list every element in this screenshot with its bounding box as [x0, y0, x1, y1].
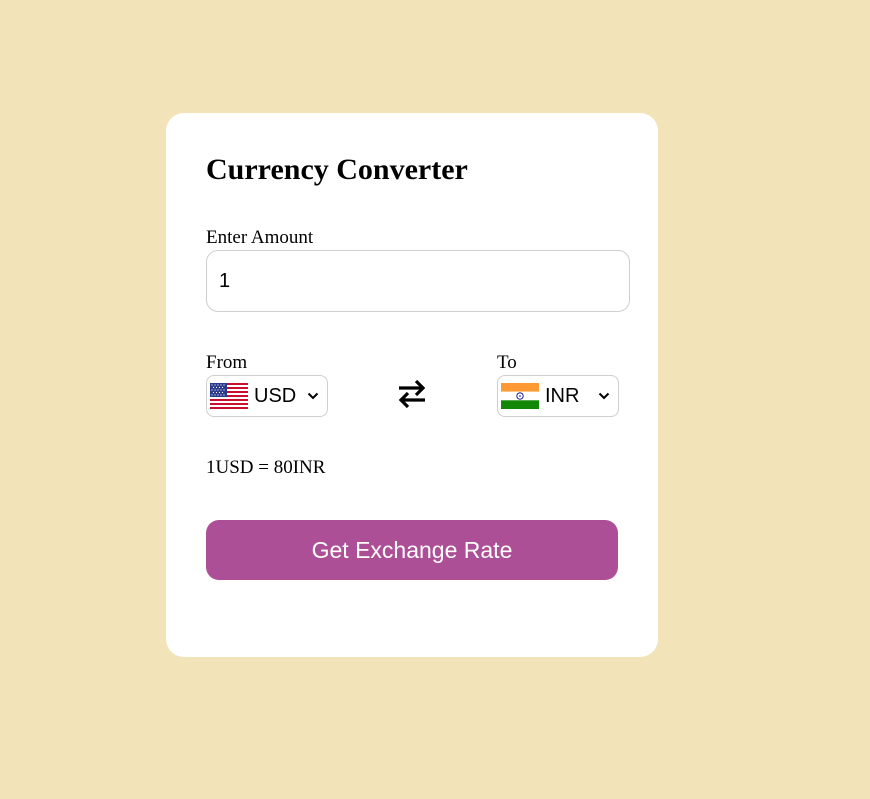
to-label: To	[497, 352, 517, 373]
india-flag-icon	[501, 383, 539, 409]
converter-card: Currency Converter Enter Amount From USD	[166, 113, 658, 657]
to-currency-code: INR	[545, 385, 580, 407]
amount-input[interactable]	[206, 250, 630, 312]
exchange-rate-text: 1USD = 80INR	[206, 457, 326, 478]
chevron-down-icon	[307, 392, 319, 400]
swap-arrows-icon[interactable]	[395, 377, 429, 411]
chevron-down-icon	[598, 392, 610, 400]
page-title: Currency Converter	[206, 153, 468, 186]
from-currency-code: USD	[254, 385, 297, 407]
us-flag-icon	[210, 383, 248, 409]
to-currency-select[interactable]: INR	[497, 375, 619, 417]
from-label: From	[206, 352, 248, 373]
amount-label: Enter Amount	[206, 227, 314, 248]
get-exchange-rate-button[interactable]: Get Exchange Rate	[206, 520, 618, 580]
from-currency-select[interactable]: USD	[206, 375, 328, 417]
